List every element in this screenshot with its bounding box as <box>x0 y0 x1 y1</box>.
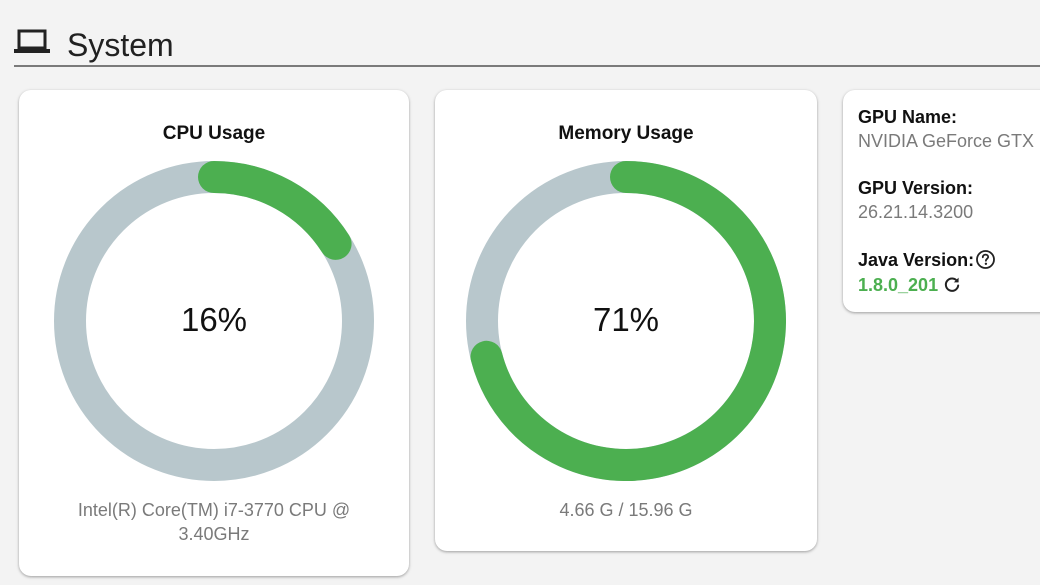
help-circle-icon[interactable] <box>975 249 996 270</box>
memory-usage-title: Memory Usage <box>558 123 694 144</box>
gpu-version-label: GPU Version: <box>858 178 974 198</box>
section-title: System <box>67 27 174 63</box>
refresh-icon[interactable] <box>942 275 962 295</box>
gpu-info-card: GPU Name: NVIDIA GeForce GTX GPU Version… <box>843 90 1040 312</box>
memory-usage-card: Memory Usage 71% 4.66 G / 15.96 G <box>435 90 817 551</box>
section-header: System <box>14 20 1040 67</box>
java-version-row-value: 1.8.0_201 <box>858 274 962 296</box>
java-version-label: Java Version: <box>858 250 975 270</box>
java-version-row: Java Version: <box>858 249 996 271</box>
cpu-usage-title: CPU Usage <box>162 123 266 144</box>
cpu-model: Intel(R) Core(TM) i7-3770 CPU @ 3.40GHz <box>77 500 351 544</box>
java-version-value: 1.8.0_201 <box>858 275 939 295</box>
cpu-gauge-fill <box>198 161 352 260</box>
memory-usage-value: 71% <box>592 301 660 338</box>
memory-amount: 4.66 G / 15.96 G <box>559 500 693 520</box>
gpu-name-label: GPU Name: <box>858 107 958 127</box>
cpu-usage-value: 16% <box>180 301 248 338</box>
gpu-name-value: NVIDIA GeForce GTX <box>858 131 1035 151</box>
cpu-usage-card: CPU Usage 16% Intel(R) Core(TM) i7-3770 … <box>19 90 409 576</box>
laptop-icon <box>14 29 50 53</box>
gpu-version-value: 26.21.14.3200 <box>858 202 974 222</box>
